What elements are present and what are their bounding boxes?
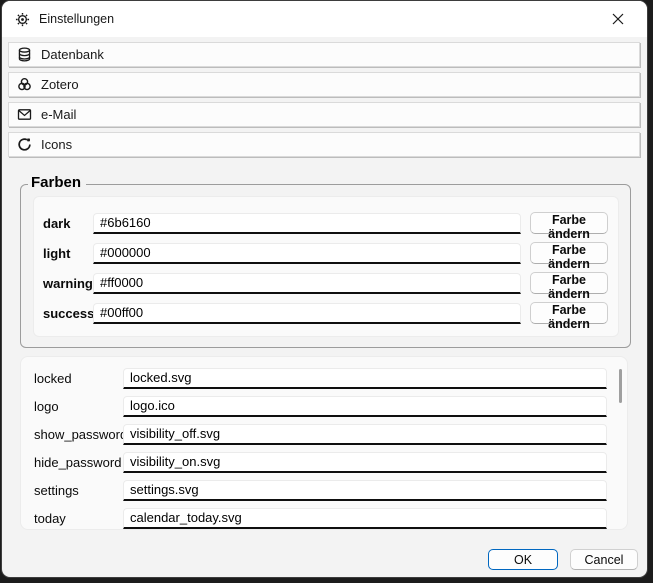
color-value-input-success[interactable] — [93, 303, 521, 324]
ok-button[interactable]: OK — [488, 549, 558, 570]
envelope-icon — [17, 107, 32, 122]
farben-group-title: Farben — [28, 174, 86, 191]
rotate-icon — [17, 137, 32, 152]
database-icon — [17, 47, 32, 62]
icon-row-settings: settings — [34, 476, 627, 504]
window-title: Einstellungen — [39, 12, 114, 26]
color-value-input-dark[interactable] — [93, 213, 521, 234]
section-header-datenbank[interactable]: Datenbank — [8, 42, 640, 67]
icon-file-input-show-password[interactable] — [123, 424, 607, 445]
icon-key-label: today — [34, 511, 123, 526]
color-value-input-light[interactable] — [93, 243, 521, 264]
icon-file-input-today[interactable] — [123, 508, 607, 529]
color-label: dark — [43, 216, 93, 231]
icon-key-label: show_password — [34, 427, 123, 442]
section-label: e-Mail — [41, 107, 76, 122]
section-header-email[interactable]: e-Mail — [8, 102, 640, 127]
icon-key-label: locked — [34, 371, 123, 386]
gear-icon — [15, 12, 30, 27]
icon-row-logo: logo — [34, 392, 627, 420]
close-button[interactable] — [595, 1, 640, 37]
section-label: Zotero — [41, 77, 79, 92]
icon-row-locked: locked — [34, 364, 627, 392]
change-color-button-warning[interactable]: Farbe ändern — [530, 272, 608, 294]
settings-dialog: Einstellungen Datenbank — [2, 1, 647, 577]
color-row-dark: dark Farbe ändern — [43, 208, 608, 238]
icon-file-input-logo[interactable] — [123, 396, 607, 417]
color-settings-panel: dark Farbe ändern light Farbe ändern war… — [33, 196, 619, 337]
change-color-button-light[interactable]: Farbe ändern — [530, 242, 608, 264]
desktop-backdrop: Einstellungen Datenbank — [0, 0, 653, 583]
titlebar: Einstellungen — [2, 1, 647, 37]
color-label: warning — [43, 276, 93, 291]
color-value-input-warning[interactable] — [93, 273, 521, 294]
section-header-icons[interactable]: Icons — [8, 132, 640, 157]
color-row-light: light Farbe ändern — [43, 238, 608, 268]
icon-key-label: logo — [34, 399, 123, 414]
section-label: Datenbank — [41, 47, 104, 62]
icon-file-input-hide-password[interactable] — [123, 452, 607, 473]
color-row-warning: warning Farbe ändern — [43, 268, 608, 298]
icon-file-input-locked[interactable] — [123, 368, 607, 389]
icon-files-panel: locked logo show_password hide_password … — [20, 356, 628, 530]
color-row-success: success Farbe ändern — [43, 298, 608, 328]
icon-file-input-settings[interactable] — [123, 480, 607, 501]
close-icon — [612, 13, 624, 25]
color-label: light — [43, 246, 93, 261]
icon-row-show-password: show_password — [34, 420, 627, 448]
cancel-button[interactable]: Cancel — [570, 549, 638, 570]
icon-row-hide-password: hide_password — [34, 448, 627, 476]
section-label: Icons — [41, 137, 72, 152]
icon-key-label: settings — [34, 483, 123, 498]
zotero-knot-icon — [17, 77, 32, 92]
icons-panel-scrollbar[interactable] — [619, 369, 622, 403]
farben-groupbox: Farben dark Farbe ändern light Farbe änd… — [20, 184, 631, 348]
icon-key-label: hide_password — [34, 455, 123, 470]
change-color-button-success[interactable]: Farbe ändern — [530, 302, 608, 324]
color-label: success — [43, 306, 93, 321]
section-header-zotero[interactable]: Zotero — [8, 72, 640, 97]
icon-row-today: today — [34, 504, 627, 530]
change-color-button-dark[interactable]: Farbe ändern — [530, 212, 608, 234]
